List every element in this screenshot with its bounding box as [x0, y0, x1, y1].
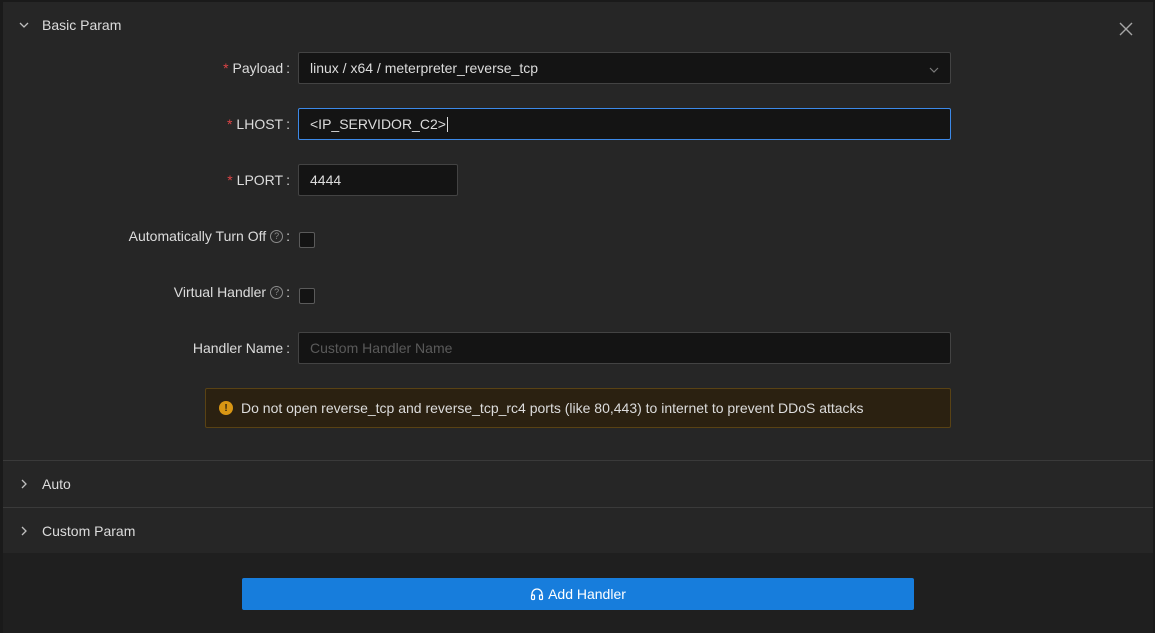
question-circle-icon[interactable]: ?: [270, 285, 284, 299]
lhost-input[interactable]: <IP_SERVIDOR_C2>: [298, 108, 951, 140]
panel-title-auto: Auto: [42, 476, 71, 492]
auto-turn-off-label: Automatically Turn Off ?:: [128, 228, 290, 244]
lhost-row: * LHOST: <IP_SERVIDOR_C2>: [3, 108, 1153, 140]
auto-turn-off-row: Automatically Turn Off ?:: [3, 220, 1153, 252]
add-handler-button[interactable]: Add Handler: [242, 578, 914, 610]
required-mark: *: [226, 116, 233, 132]
lport-input[interactable]: 4444: [298, 164, 458, 196]
chevron-down-icon: [928, 63, 940, 75]
question-circle-icon[interactable]: ?: [270, 229, 284, 243]
chevron-right-icon: [18, 478, 30, 490]
panel-title-basic-param: Basic Param: [42, 17, 122, 33]
required-mark: *: [227, 172, 233, 188]
lhost-label: * LHOST:: [226, 116, 290, 132]
lport-row: * LPORT: 4444: [3, 164, 1153, 196]
required-mark: *: [223, 60, 229, 76]
close-button[interactable]: [1115, 18, 1137, 40]
chevron-right-icon: [18, 525, 30, 537]
chevron-down-icon: [18, 19, 30, 31]
panel-title-custom-param: Custom Param: [42, 523, 136, 539]
lport-label: * LPORT:: [227, 172, 290, 188]
panel-header-custom-param[interactable]: Custom Param: [3, 508, 1153, 554]
handler-name-row: Handler Name: Custom Handler Name: [3, 332, 1153, 364]
lport-input-value: 4444: [310, 172, 342, 188]
payload-row: * Payload: linux / x64 / meterpreter_rev…: [3, 52, 1153, 84]
virtual-handler-checkbox[interactable]: [299, 288, 315, 304]
handler-name-placeholder: Custom Handler Name: [310, 340, 453, 356]
handler-name-input[interactable]: Custom Handler Name: [298, 332, 951, 364]
text-cursor: [446, 116, 448, 132]
add-handler-label: Add Handler: [548, 586, 626, 602]
ddos-warning-alert: ! Do not open reverse_tcp and reverse_tc…: [205, 388, 951, 428]
headset-icon: [530, 587, 544, 601]
add-handler-modal: Basic Param * Payload: linux / x64 / met…: [3, 2, 1153, 633]
exclamation-circle-icon: !: [219, 401, 233, 415]
param-collapse: Basic Param * Payload: linux / x64 / met…: [3, 2, 1153, 553]
close-icon: [1119, 22, 1133, 36]
lhost-input-value: <IP_SERVIDOR_C2>: [310, 116, 446, 132]
panel-header-basic-param[interactable]: Basic Param: [3, 2, 1153, 48]
payload-select-value: linux / x64 / meterpreter_reverse_tcp: [310, 60, 538, 76]
handler-name-label: Handler Name:: [192, 340, 290, 356]
panel-header-auto[interactable]: Auto: [3, 461, 1153, 507]
alert-message: Do not open reverse_tcp and reverse_tcp_…: [241, 400, 864, 416]
virtual-handler-row: Virtual Handler ?:: [3, 276, 1153, 308]
payload-select[interactable]: linux / x64 / meterpreter_reverse_tcp: [298, 52, 951, 84]
virtual-handler-label: Virtual Handler ?:: [173, 284, 290, 300]
auto-turn-off-checkbox[interactable]: [299, 232, 315, 248]
payload-label: * Payload:: [223, 60, 290, 76]
